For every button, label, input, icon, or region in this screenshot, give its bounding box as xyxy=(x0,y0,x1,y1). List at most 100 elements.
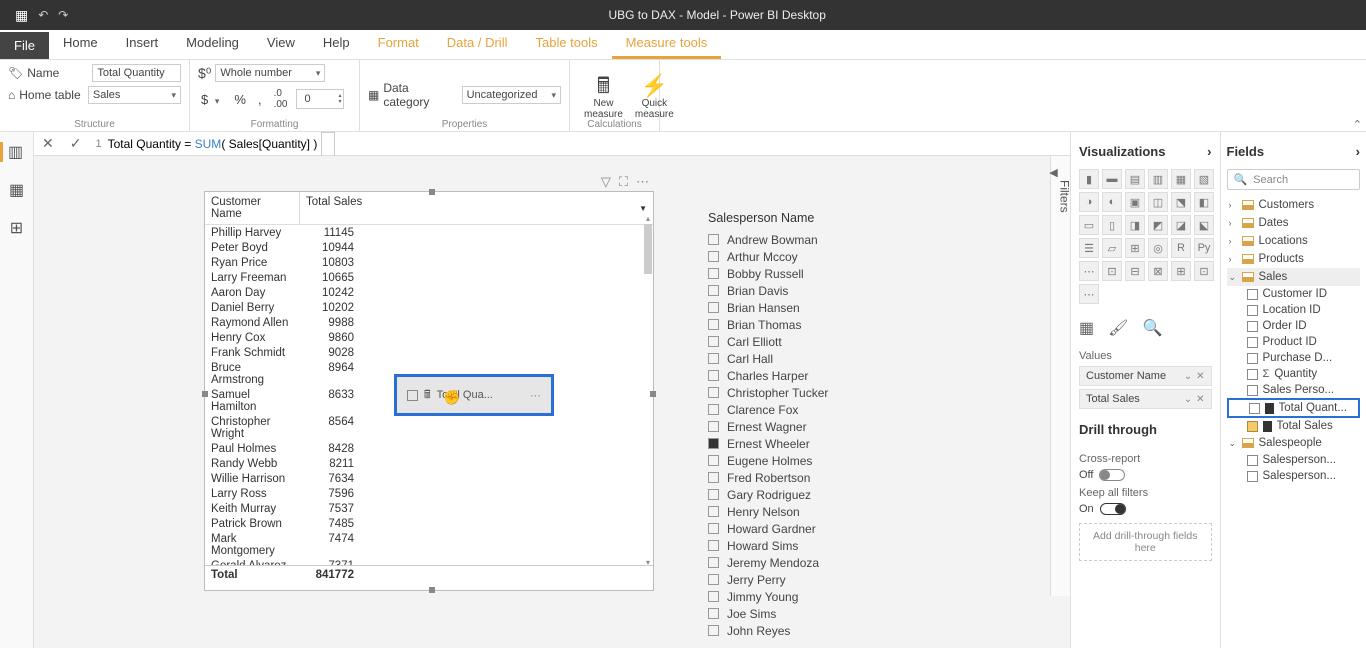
viz-type-icon[interactable]: ▮ xyxy=(1079,169,1099,189)
viz-type-icon[interactable]: ▥ xyxy=(1148,169,1168,189)
keep-filters-toggle[interactable] xyxy=(1100,503,1126,515)
table-row[interactable]: Raymond Allen9988 xyxy=(205,315,653,330)
table-customers[interactable]: ›Customers xyxy=(1227,196,1361,214)
field-item[interactable]: Salesperson... xyxy=(1227,452,1361,468)
slicer-option[interactable]: Eugene Holmes xyxy=(708,452,928,469)
decimal-button[interactable]: .0.00 xyxy=(271,86,291,112)
table-row[interactable]: Ryan Price10803 xyxy=(205,255,653,270)
slicer-option[interactable]: Jimmy Young xyxy=(708,588,928,605)
table-row[interactable]: Daniel Berry10202 xyxy=(205,300,653,315)
field-item[interactable]: Sales Perso... xyxy=(1227,382,1361,398)
slicer-option[interactable]: Ernest Wagner xyxy=(708,418,928,435)
table-dates[interactable]: ›Dates xyxy=(1227,214,1361,232)
viz-type-icon[interactable]: ◐ xyxy=(1102,192,1122,212)
slicer-option[interactable]: Clarence Fox xyxy=(708,401,928,418)
viz-type-icon[interactable]: ▬ xyxy=(1102,169,1122,189)
model-view-icon[interactable]: ⊞ xyxy=(10,218,23,238)
slicer-option[interactable]: John Reyes xyxy=(708,622,928,639)
viz-type-icon[interactable]: ▦ xyxy=(1171,169,1191,189)
category-select[interactable]: Uncategorized▾ xyxy=(462,86,561,104)
well-total-sales[interactable]: Total Sales⌄✕ xyxy=(1079,389,1212,409)
tab-modeling[interactable]: Modeling xyxy=(172,29,253,59)
field-item[interactable]: Purchase D... xyxy=(1227,350,1361,366)
table-scrollbar[interactable]: ▴▾ xyxy=(643,214,653,568)
slicer-option[interactable]: Bobby Russell xyxy=(708,265,928,282)
commit-formula-icon[interactable]: ✓ xyxy=(62,135,90,152)
table-row[interactable]: Gerald Alvarez7371 xyxy=(205,558,653,565)
data-view-icon[interactable]: ▦ xyxy=(9,180,24,200)
viz-type-icon[interactable]: ▱ xyxy=(1102,238,1122,258)
percent-button[interactable]: % xyxy=(231,90,249,109)
viz-type-icon[interactable]: ▤ xyxy=(1125,169,1145,189)
well-customer-name[interactable]: Customer Name⌄✕ xyxy=(1079,366,1212,386)
slicer-option[interactable]: Howard Sims xyxy=(708,537,928,554)
table-sales[interactable]: ⌄Sales xyxy=(1227,268,1361,286)
field-item[interactable]: Total Sales xyxy=(1227,418,1361,434)
report-view-icon[interactable]: ▥ xyxy=(0,142,33,162)
viz-type-icon[interactable]: ▧ xyxy=(1194,169,1214,189)
table-row[interactable]: Randy Webb8211 xyxy=(205,456,653,471)
viz-type-icon[interactable]: ◨ xyxy=(1125,215,1145,235)
viz-type-icon[interactable]: ⊞ xyxy=(1125,238,1145,258)
col-total-sales[interactable]: Total Sales▼ xyxy=(300,192,653,224)
field-item[interactable]: Product ID xyxy=(1227,334,1361,350)
search-input[interactable]: 🔍Search xyxy=(1227,169,1361,190)
slicer-option[interactable]: Jerry Perry xyxy=(708,571,928,588)
tab-measure-tools[interactable]: Measure tools xyxy=(612,29,722,59)
formula-expand-icon[interactable] xyxy=(321,132,335,156)
expand-icon[interactable]: ◀ xyxy=(1049,166,1057,179)
tab-home[interactable]: Home xyxy=(49,29,112,59)
viz-type-icon[interactable]: ⋯ xyxy=(1079,284,1099,304)
viz-type-icon[interactable]: ⬕ xyxy=(1194,215,1214,235)
slicer-option[interactable]: Brian Hansen xyxy=(708,299,928,316)
field-item[interactable]: Customer ID xyxy=(1227,286,1361,302)
slicer-option[interactable]: Henry Nelson xyxy=(708,503,928,520)
col-customer-name[interactable]: Customer Name xyxy=(205,192,300,224)
table-row[interactable]: Christopher Wright8564 xyxy=(205,414,653,441)
slicer-option[interactable]: Ernest Wheeler xyxy=(708,435,928,452)
tab-data-drill[interactable]: Data / Drill xyxy=(433,29,522,59)
viz-type-icon[interactable]: ⊞ xyxy=(1171,261,1191,281)
table-row[interactable]: Patrick Brown7485 xyxy=(205,516,653,531)
fields-tab-icon[interactable]: ▦ xyxy=(1079,318,1094,338)
table-row[interactable]: Frank Schmidt9028 xyxy=(205,345,653,360)
table-products[interactable]: ›Products xyxy=(1227,250,1361,268)
slicer-option[interactable]: Arthur Mccoy xyxy=(708,248,928,265)
table-row[interactable]: Willie Harrison7634 xyxy=(205,471,653,486)
tab-table-tools[interactable]: Table tools xyxy=(521,29,611,59)
slicer-option[interactable]: Joe Sims xyxy=(708,605,928,622)
slicer-option[interactable]: Andrew Bowman xyxy=(708,231,928,248)
viz-type-icon[interactable]: ◫ xyxy=(1148,192,1168,212)
decimals-input[interactable]: 0 xyxy=(296,89,344,109)
table-salespeople[interactable]: ⌄Salespeople xyxy=(1227,434,1361,452)
currency-button[interactable]: $ ▾ xyxy=(198,90,225,109)
slicer-option[interactable]: Brian Davis xyxy=(708,282,928,299)
tab-format[interactable]: Format xyxy=(364,29,433,59)
field-item[interactable]: Salesperson... xyxy=(1227,468,1361,484)
format-tab-icon[interactable]: 🖌 xyxy=(1108,318,1128,338)
table-row[interactable]: Larry Ross7596 xyxy=(205,486,653,501)
tab-insert[interactable]: Insert xyxy=(112,29,173,59)
viz-type-icon[interactable]: ◑ xyxy=(1079,192,1099,212)
viz-type-icon[interactable]: ⊡ xyxy=(1102,261,1122,281)
slicer-visual[interactable]: Salesperson Name Andrew BowmanArthur Mcc… xyxy=(708,211,928,639)
file-tab[interactable]: File xyxy=(0,32,49,59)
viz-type-icon[interactable]: ⬔ xyxy=(1171,192,1191,212)
slicer-option[interactable]: Howard Gardner xyxy=(708,520,928,537)
viz-type-icon[interactable]: R xyxy=(1171,238,1191,258)
redo-icon[interactable]: ↷ xyxy=(58,8,68,22)
viz-type-icon[interactable]: ⊡ xyxy=(1194,261,1214,281)
slicer-option[interactable]: Brian Thomas xyxy=(708,316,928,333)
viz-type-icon[interactable]: ▯ xyxy=(1102,215,1122,235)
table-locations[interactable]: ›Locations xyxy=(1227,232,1361,250)
tab-help[interactable]: Help xyxy=(309,29,364,59)
viz-type-icon[interactable]: ▣ xyxy=(1125,192,1145,212)
field-item[interactable]: Total Quant... xyxy=(1227,398,1361,418)
viz-type-icon[interactable]: ▭ xyxy=(1079,215,1099,235)
collapse-icon[interactable]: › xyxy=(1356,144,1360,159)
name-input[interactable]: Total Quantity xyxy=(92,64,181,82)
table-row[interactable]: Phillip Harvey11145 xyxy=(205,225,653,240)
drill-fields-well[interactable]: Add drill-through fields here xyxy=(1079,523,1212,561)
slicer-option[interactable]: Charles Harper xyxy=(708,367,928,384)
report-canvas[interactable]: ▽ ⛶ ⋯ Customer Name Total Sales▼ Phillip… xyxy=(34,156,1070,648)
